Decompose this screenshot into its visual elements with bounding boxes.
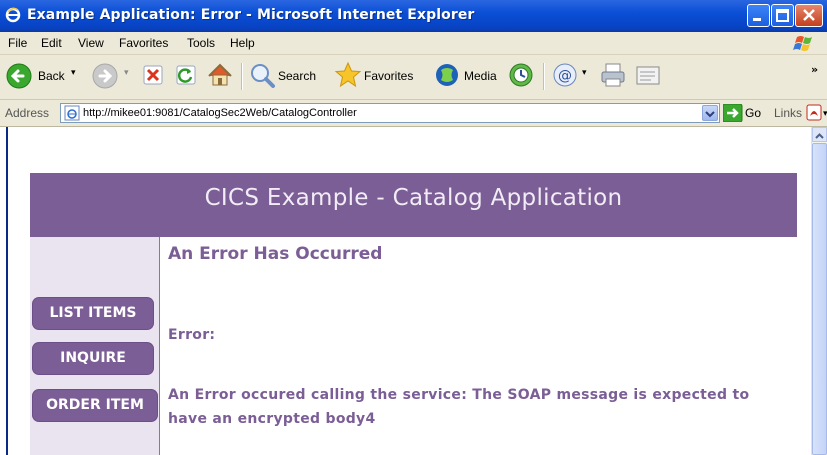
stop-button[interactable] [139, 60, 167, 92]
error-label: Error: [168, 327, 216, 343]
maximize-button[interactable] [771, 4, 794, 27]
svg-text:▾: ▾ [823, 109, 827, 119]
close-icon [803, 9, 815, 21]
forward-button[interactable]: ▾ [90, 60, 130, 92]
chevron-up-icon [815, 133, 824, 139]
acrobat-icon[interactable]: ▾ [806, 104, 827, 122]
window-title: Example Application: Error - Microsoft I… [27, 7, 475, 23]
forward-dropdown-icon[interactable]: ▾ [124, 67, 129, 78]
address-input[interactable]: http://mikee01:9081/CatalogSec2Web/Catal… [60, 103, 720, 123]
svg-text:@: @ [558, 68, 572, 84]
address-label: Address [5, 106, 50, 120]
search-label: Search [278, 69, 317, 83]
mail-icon: @ [553, 63, 577, 87]
maximize-icon [776, 9, 789, 22]
print-button[interactable] [598, 60, 628, 92]
stop-icon [143, 65, 163, 85]
media-button[interactable]: Media [432, 60, 502, 92]
home-button[interactable] [205, 60, 235, 92]
search-icon [251, 64, 275, 88]
search-button[interactable]: Search [247, 60, 327, 92]
inquire-button[interactable]: INQUIRE [33, 343, 153, 374]
menu-help[interactable]: Help [230, 36, 255, 50]
window-border [0, 127, 8, 455]
toolbar: Back ▾ ▾ Search Favorites Media @ ▾ [0, 55, 827, 100]
go-arrow-icon[interactable] [723, 104, 743, 122]
back-dropdown-icon[interactable]: ▾ [71, 67, 76, 78]
vertical-scrollbar[interactable] [811, 127, 827, 455]
main-content: An Error Has Occurred Error: An Error oc… [160, 237, 797, 455]
order-item-button[interactable]: ORDER ITEM [33, 390, 157, 421]
page-icon [64, 105, 80, 121]
forward-arrow-icon [92, 63, 118, 89]
edit-button[interactable] [633, 60, 663, 92]
toolbar-overflow-chevron-icon[interactable]: » [811, 63, 818, 76]
history-icon [509, 63, 533, 87]
ie-icon [5, 7, 21, 23]
address-bar: Address http://mikee01:9081/CatalogSec2W… [0, 100, 827, 127]
minimize-button[interactable] [747, 4, 770, 27]
sidebar: LIST ITEMS INQUIRE ORDER ITEM [30, 237, 160, 455]
scrollbar-thumb[interactable] [812, 143, 827, 455]
chevron-down-icon [705, 111, 715, 118]
address-url: http://mikee01:9081/CatalogSec2Web/Catal… [83, 107, 357, 119]
menu-view[interactable]: View [78, 36, 104, 50]
favorites-label: Favorites [364, 69, 414, 83]
address-dropdown-button[interactable] [702, 105, 718, 121]
list-items-button[interactable]: LIST ITEMS [33, 298, 153, 329]
menu-tools[interactable]: Tools [187, 36, 215, 50]
links-button[interactable]: Links [774, 106, 802, 120]
error-heading: An Error Has Occurred [168, 244, 383, 264]
favorites-button[interactable]: Favorites [333, 60, 425, 92]
media-icon [436, 64, 458, 86]
home-icon [208, 63, 232, 86]
mail-button[interactable]: @ ▾ [550, 60, 594, 92]
close-button[interactable] [795, 4, 823, 27]
window-title-bar[interactable]: Example Application: Error - Microsoft I… [0, 0, 827, 32]
page-header: CICS Example - Catalog Application [30, 173, 797, 237]
favorites-star-icon [334, 61, 362, 88]
scroll-up-button[interactable] [812, 127, 827, 142]
history-button[interactable] [505, 60, 537, 92]
back-arrow-icon [6, 63, 32, 89]
menu-bar: File Edit View Favorites Tools Help [0, 32, 827, 55]
media-label: Media [464, 69, 497, 83]
page-title: CICS Example - Catalog Application [204, 185, 623, 211]
edit-page-icon [636, 66, 660, 85]
go-button[interactable]: Go [745, 106, 761, 120]
minimize-icon [753, 18, 761, 21]
error-message: An Error occured calling the service: Th… [168, 387, 750, 427]
refresh-icon [176, 65, 196, 85]
menu-file[interactable]: File [8, 36, 27, 50]
printer-icon [601, 63, 625, 87]
menu-edit[interactable]: Edit [41, 36, 62, 50]
back-button[interactable]: Back ▾ [4, 60, 84, 92]
refresh-button[interactable] [172, 60, 200, 92]
windows-logo-icon [793, 36, 812, 51]
mail-dropdown-icon[interactable]: ▾ [582, 67, 587, 78]
menu-favorites[interactable]: Favorites [119, 36, 168, 50]
back-label: Back [38, 69, 65, 83]
